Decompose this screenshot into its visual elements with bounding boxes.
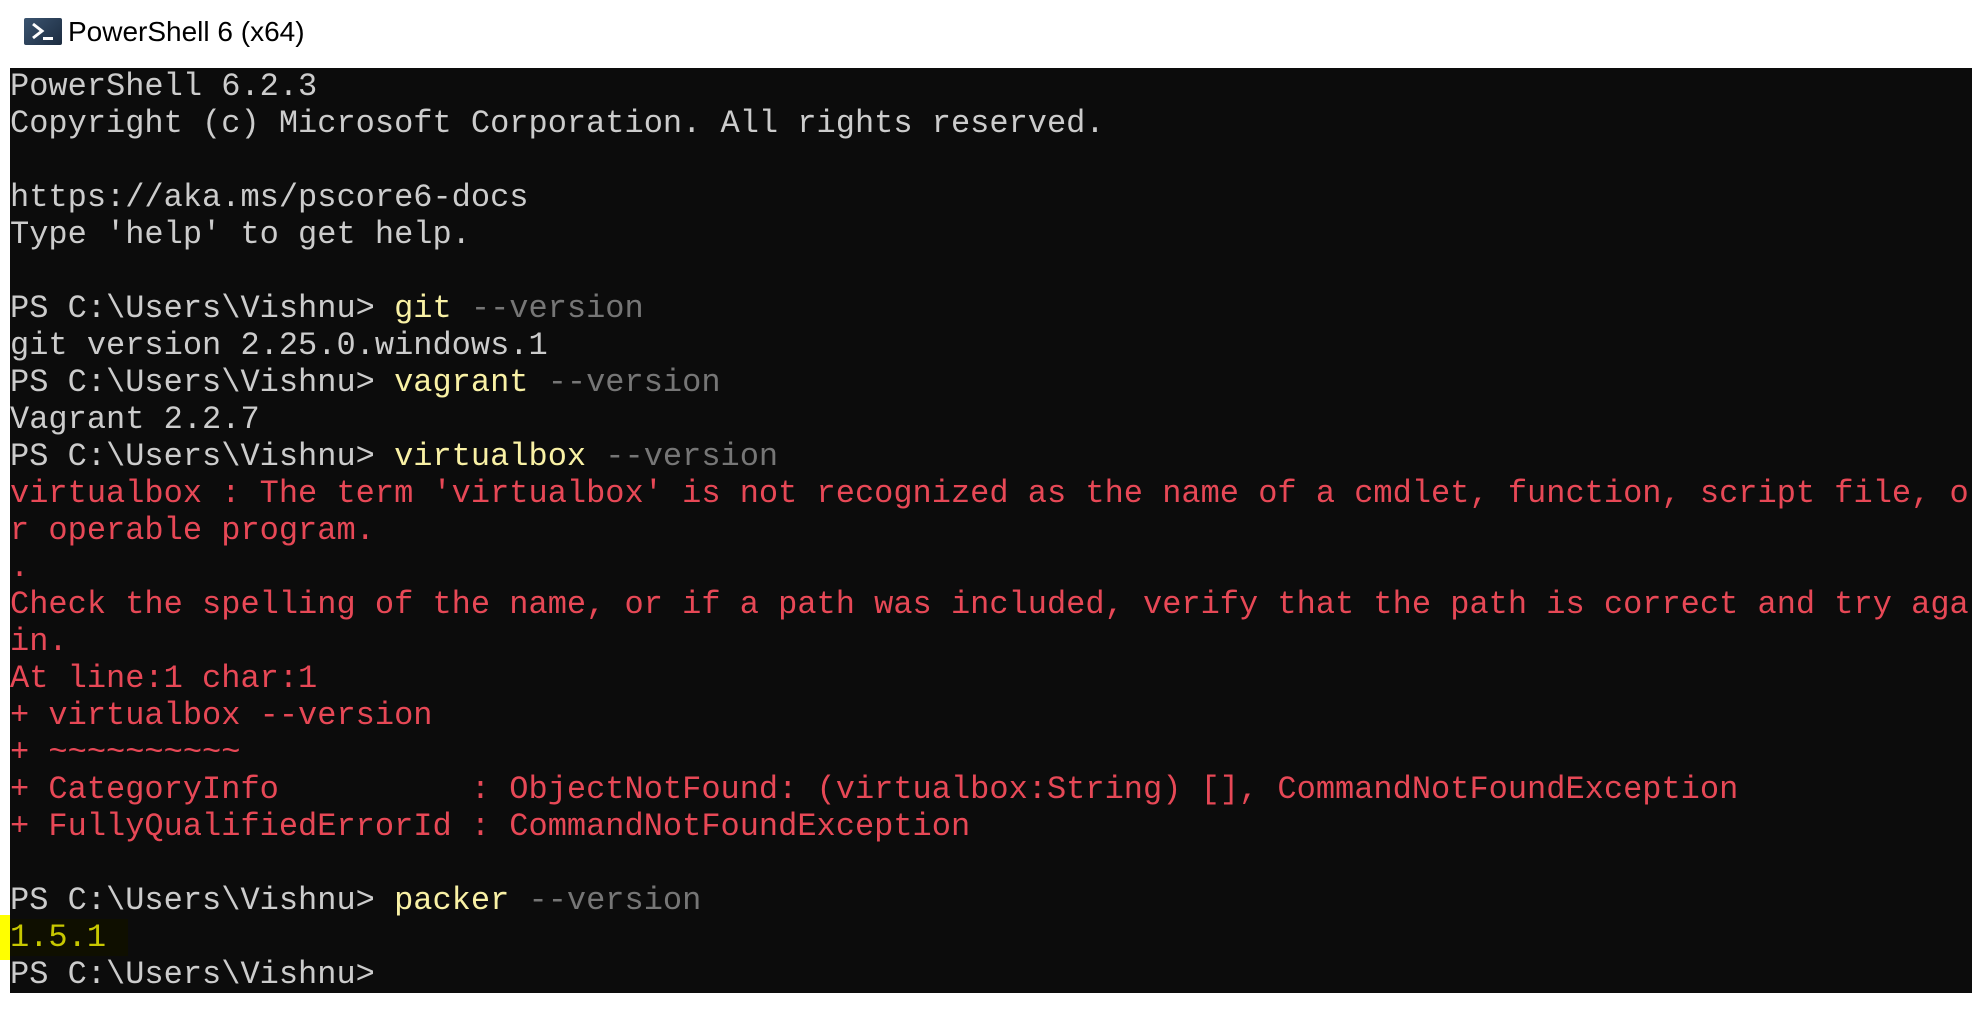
error-line: At line:1 char:1 <box>10 660 318 697</box>
command-line: PS C:\Users\Vishnu> virtualbox --version <box>10 438 1972 475</box>
prompt: PS C:\Users\Vishnu> <box>10 290 395 327</box>
window-title: PowerShell 6 (x64) <box>68 16 305 47</box>
error-line: virtualbox : The term 'virtualbox' is no… <box>10 475 1969 549</box>
command: packer <box>394 882 510 919</box>
error-line: + virtualbox --version <box>10 697 433 734</box>
output-line: Vagrant 2.2.7 <box>10 401 260 438</box>
title-bar: PowerShell 6 (x64) <box>0 0 1972 68</box>
prompt: PS C:\Users\Vishnu> <box>10 882 395 919</box>
error-line: + CategoryInfo : ObjectNotFound: (virtua… <box>10 771 1739 808</box>
banner-line: Copyright (c) Microsoft Corporation. All… <box>10 105 1105 142</box>
powershell-icon <box>24 18 62 45</box>
parameter: --version <box>586 438 779 475</box>
output-line: git version 2.25.0.windows.1 <box>10 327 548 364</box>
command: vagrant <box>394 364 529 401</box>
prompt: PS C:\Users\Vishnu> <box>10 956 395 993</box>
command-line: PS C:\Users\Vishnu> packer --version <box>10 882 1972 919</box>
highlight-marker <box>0 915 10 960</box>
command-line: PS C:\Users\Vishnu> git --version <box>10 290 1972 327</box>
banner-line: Type 'help' to get help. <box>10 216 471 253</box>
highlighted-version-output: 1.5.1 <box>10 919 129 956</box>
command: git <box>394 290 452 327</box>
console-output[interactable]: PowerShell 6.2.3 Copyright (c) Microsoft… <box>0 68 1972 993</box>
error-line: . <box>10 549 30 586</box>
prompt: PS C:\Users\Vishnu> <box>10 364 395 401</box>
command: virtualbox <box>394 438 587 475</box>
output-line: 1.5.1 <box>0 915 1972 960</box>
parameter: --version <box>509 882 702 919</box>
banner-line: https://aka.ms/pscore6-docs <box>10 179 529 216</box>
command-line: PS C:\Users\Vishnu> vagrant --version <box>10 364 1972 401</box>
error-line: + ~~~~~~~~~~ <box>10 734 241 771</box>
error-line: Check the spelling of the name, or if a … <box>10 586 1969 660</box>
error-line: + FullyQualifiedErrorId : CommandNotFoun… <box>10 808 971 845</box>
banner-line: PowerShell 6.2.3 <box>10 68 318 105</box>
current-prompt-line[interactable]: PS C:\Users\Vishnu> <box>10 956 1972 993</box>
prompt: PS C:\Users\Vishnu> <box>10 438 395 475</box>
parameter: --version <box>451 290 644 327</box>
parameter: --version <box>528 364 721 401</box>
